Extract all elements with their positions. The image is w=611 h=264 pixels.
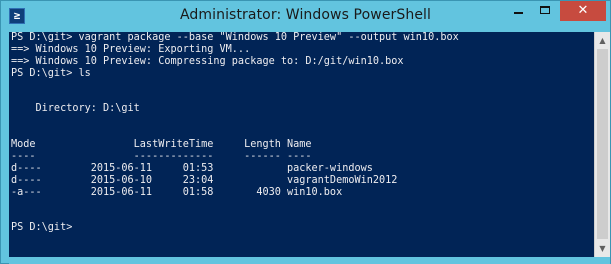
console-line-prompt-vagrant: PS D:\git> vagrant package --base "Windo… <box>11 32 459 43</box>
close-icon: ✕ <box>577 3 589 18</box>
console-line-prompt-ls: PS D:\git> ls <box>11 67 91 79</box>
console-line-entry-win10-box: -a--- 2015-06-11 01:58 4030 win10.box <box>11 186 343 198</box>
window-bottom-border <box>9 257 610 264</box>
scrollbar-thumb[interactable] <box>597 49 608 239</box>
powershell-window: ≥ Administrator: Windows PowerShell ✕ PS… <box>0 0 611 264</box>
console-line-blank <box>11 91 594 103</box>
console-line-blank <box>11 115 594 127</box>
console-line-entry-packer-windows: d---- 2015-06-11 01:53 packer-windows <box>11 162 373 174</box>
maximize-button[interactable] <box>532 1 559 21</box>
close-button[interactable]: ✕ <box>560 1 606 21</box>
scroll-up-arrow-icon[interactable]: ▲ <box>595 32 610 49</box>
maximize-icon <box>540 6 550 14</box>
console-line-entry-vagrantdemowin2012: d---- 2015-06-10 23:04 vagrantDemoWin201… <box>11 174 398 186</box>
console-line-exporting: ==> Windows 10 Preview: Exporting VM... <box>11 43 251 55</box>
console-line-blank <box>11 210 594 222</box>
console-output[interactable]: PS D:\git> vagrant package --base "Windo… <box>9 32 594 257</box>
vertical-scrollbar[interactable]: ▲ ▼ <box>594 32 610 257</box>
title-bar[interactable]: ≥ Administrator: Windows PowerShell ✕ <box>1 1 610 32</box>
console-line-table-rule: ---- ------------- ------ ---- <box>11 150 312 162</box>
console-line-directory: Directory: D:\git <box>11 103 140 115</box>
scroll-down-arrow-icon[interactable]: ▼ <box>595 240 610 257</box>
console-line-blank <box>11 127 594 139</box>
console-text: PS D:\git> vagrant package --base "Windo… <box>9 32 594 234</box>
console-line-compressing: ==> Windows 10 Preview: Compressing pack… <box>11 55 404 67</box>
console-line-table-header: Mode LastWriteTime Length Name <box>11 139 312 151</box>
minimize-icon <box>514 12 523 14</box>
console-line-blank <box>11 80 594 92</box>
console-line-blank <box>11 198 594 210</box>
minimize-button[interactable] <box>505 1 532 21</box>
console-line-prompt: PS D:\git> <box>11 222 73 234</box>
